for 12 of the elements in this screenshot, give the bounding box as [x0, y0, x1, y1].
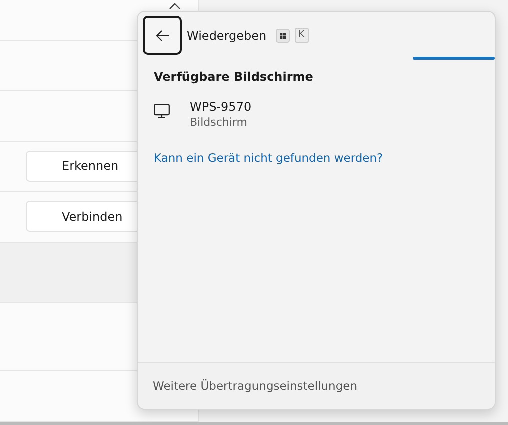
footer-link[interactable]: Weitere Übertragungseinstellungen: [153, 379, 358, 393]
device-type: Bildschirm: [190, 116, 248, 129]
chevron-up-icon[interactable]: [169, 3, 181, 10]
device-name: WPS-9570: [190, 100, 252, 114]
flyout-title: Wiedergeben: [187, 28, 267, 42]
device-item[interactable]: WPS-9570 Bildschirm: [154, 100, 284, 129]
back-arrow-icon: [156, 30, 170, 42]
shortcut-key: K: [294, 28, 309, 43]
monitor-icon: [154, 104, 170, 119]
section-heading: Verfügbare Bildschirme: [154, 70, 314, 84]
back-button[interactable]: [143, 16, 182, 55]
windows-key-icon: [276, 28, 290, 42]
